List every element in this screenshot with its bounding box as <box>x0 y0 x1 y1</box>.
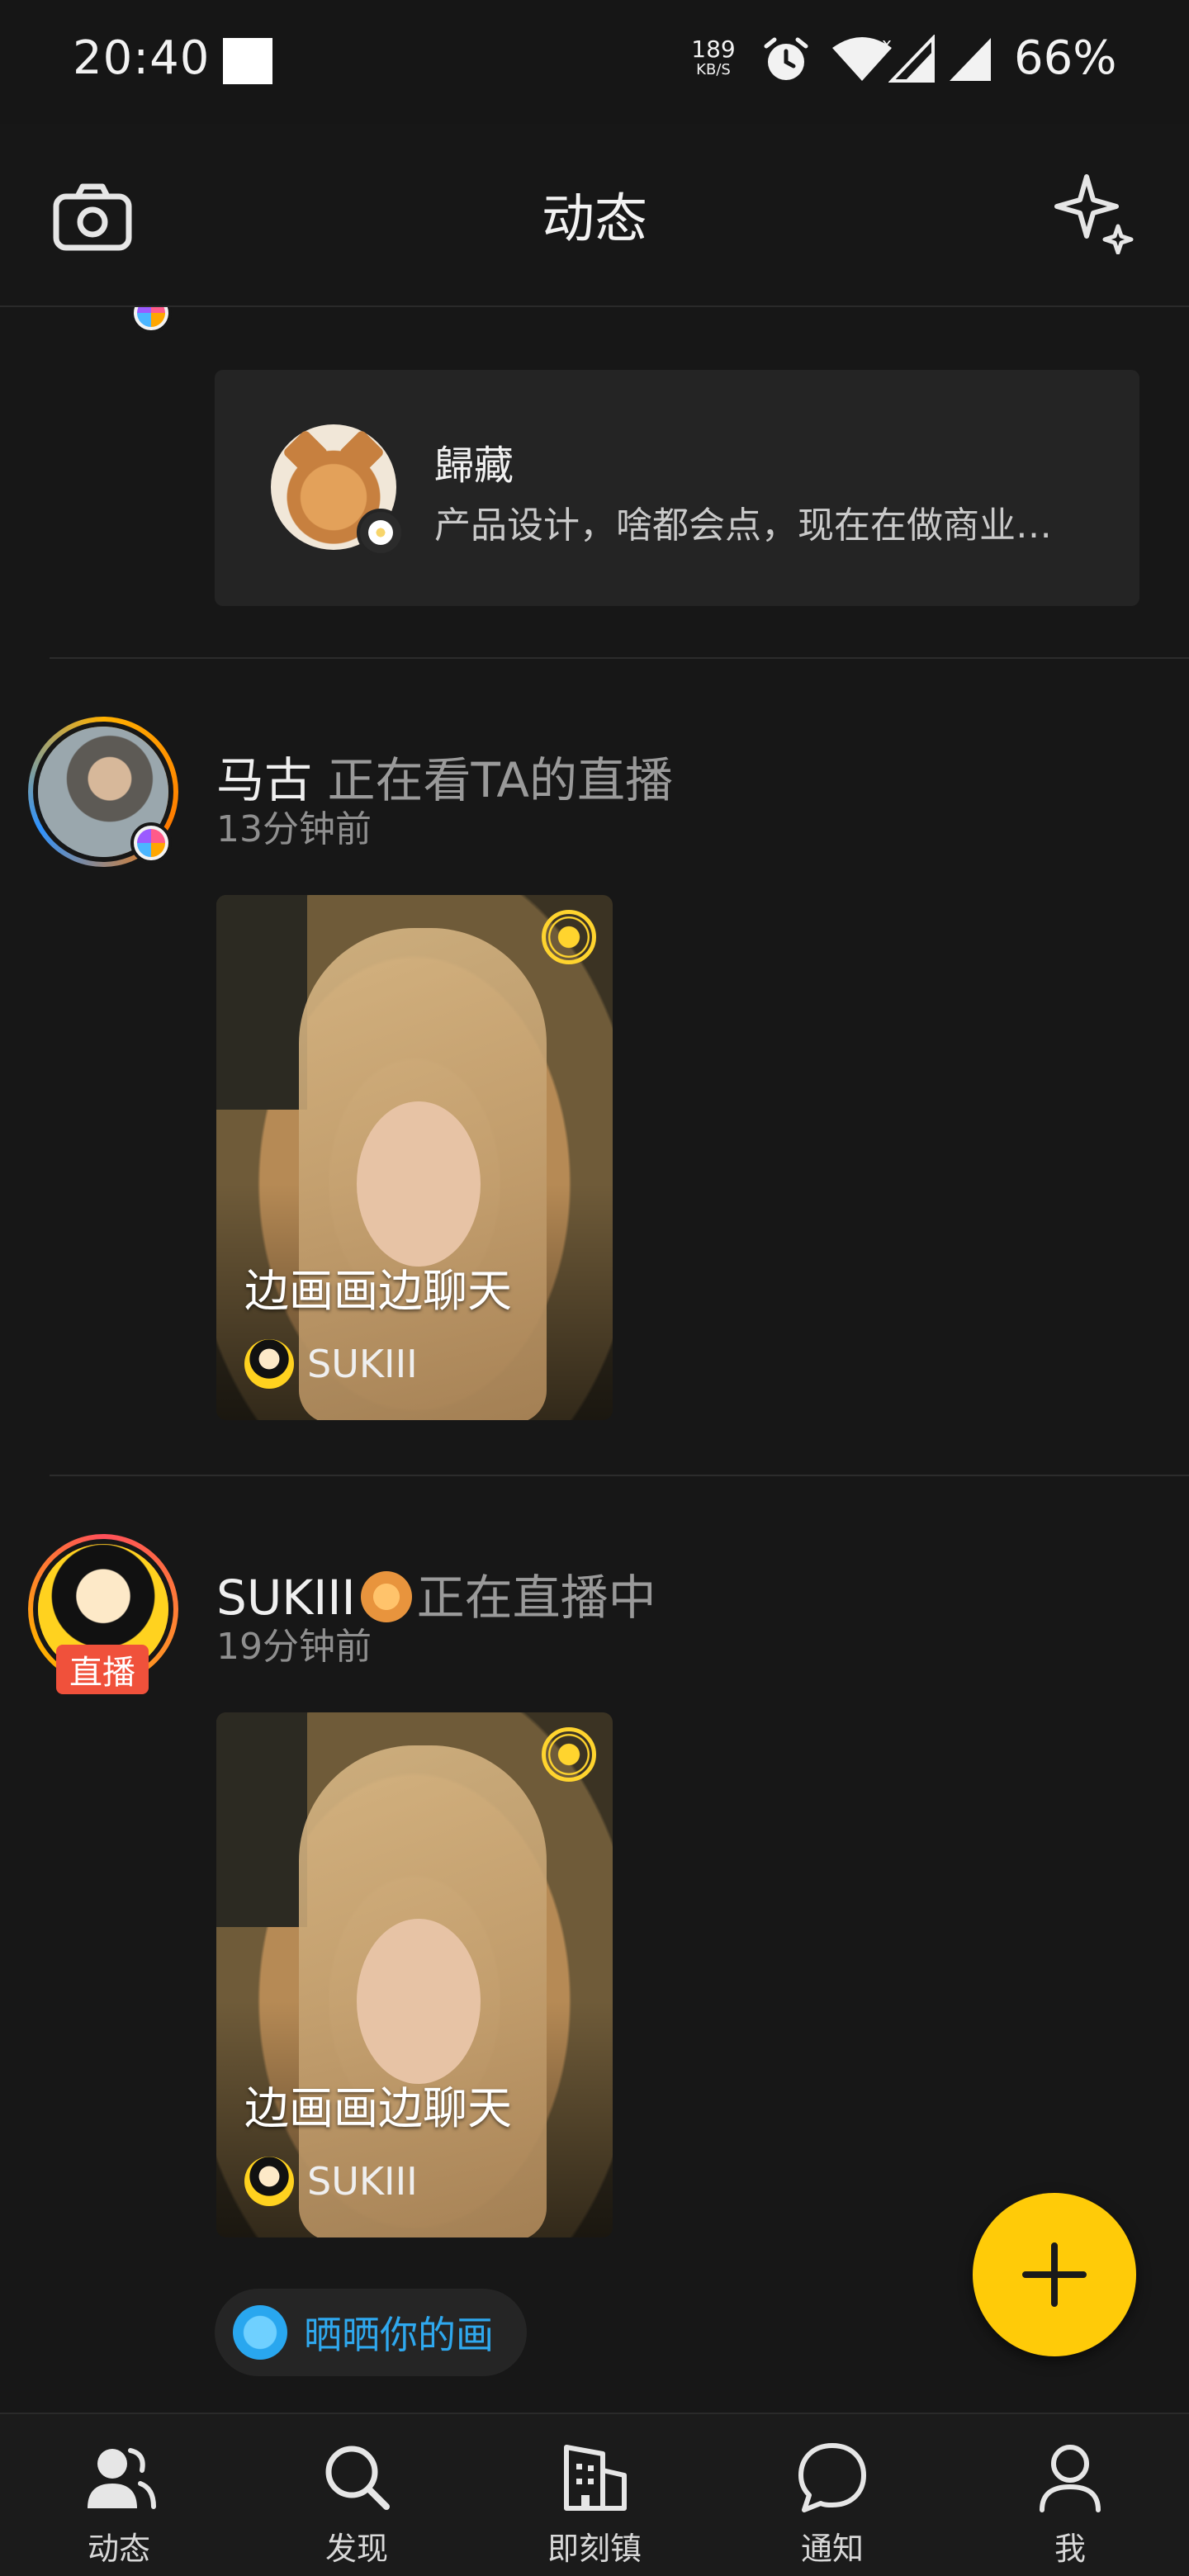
host-avatar <box>244 2157 294 2206</box>
building-icon <box>564 2445 627 2511</box>
network-speed-unit: KB/S <box>696 61 731 78</box>
live-host: SUKIII <box>244 1339 418 1389</box>
network-speed: 189 KB/S <box>689 38 738 78</box>
tab-bar: 动态 发现 即刻镇 通知 我 <box>0 2413 1189 2576</box>
profile-icon <box>1040 2445 1101 2512</box>
chat-bubble-icon <box>798 2443 866 2512</box>
tab-label: 通知 <box>800 2531 864 2567</box>
tab-notifications[interactable]: 通知 <box>713 2414 951 2576</box>
live-badge: 直播 <box>56 1645 149 1694</box>
tab-town[interactable]: 即刻镇 <box>476 2414 713 2576</box>
live-stream-card[interactable]: 边画画边聊天 SUKIII <box>216 895 613 1420</box>
divider <box>50 1475 1189 1476</box>
users-icon <box>88 2448 156 2509</box>
alarm-icon <box>764 37 808 80</box>
sparkle-icon[interactable] <box>1054 172 1136 254</box>
live-title: 边画画边聊天 <box>244 1265 512 1317</box>
shared-profile-name: 歸藏 <box>434 443 514 489</box>
host-name: SUKIII <box>307 1342 418 1386</box>
search-icon <box>325 2446 390 2510</box>
live-indicator-icon <box>542 910 596 964</box>
shared-profile-bio: 产品设计，啥都会点，现在在做商业… <box>434 504 1052 547</box>
topic-icon <box>233 2305 287 2360</box>
status-bar: 20:40 189 KB/S x 66% <box>0 0 1189 124</box>
post-action: 正在看TA的直播 <box>327 752 674 808</box>
app-badge-icon <box>130 822 172 864</box>
flower-badge-icon <box>357 509 405 556</box>
live-stream-card[interactable]: 边画画边聊天 SUKIII <box>216 1712 613 2237</box>
topic-tag[interactable]: 晒晒你的画 <box>215 2289 527 2376</box>
post-time: 13分钟前 <box>216 808 372 850</box>
signal-icon-2 <box>950 38 991 81</box>
topic-tag-label: 晒晒你的画 <box>304 2313 494 2357</box>
app-badge-icon <box>130 307 172 334</box>
wifi-icon: x <box>832 35 892 81</box>
live-host: SUKIII <box>244 2157 418 2206</box>
shared-profile-card[interactable]: 歸藏 产品设计，啥都会点，现在在做商业… <box>215 370 1139 606</box>
create-post-button[interactable] <box>973 2193 1136 2356</box>
divider <box>50 657 1189 659</box>
network-speed-value: 189 <box>691 36 736 63</box>
header: 动态 <box>0 124 1189 307</box>
battery-level: 66% <box>1014 31 1117 85</box>
tab-feed[interactable]: 动态 <box>0 2414 238 2576</box>
tab-label: 动态 <box>87 2531 150 2567</box>
tab-label: 我 <box>1054 2531 1086 2567</box>
post-time: 19分钟前 <box>216 1626 372 1668</box>
status-time: 20:40 <box>73 31 211 85</box>
plus-icon <box>1022 2242 1087 2307</box>
tab-profile[interactable]: 我 <box>951 2414 1189 2576</box>
feed[interactable]: 歸藏 产品设计，啥都会点，现在在做商业… 马古 正在看TA的直播 13分钟前 边… <box>0 307 1189 2413</box>
signal-icon-1 <box>888 35 935 83</box>
page-title: 动态 <box>542 189 647 250</box>
host-avatar <box>244 1339 294 1389</box>
host-name: SUKIII <box>307 2159 418 2204</box>
tab-label: 发现 <box>324 2531 388 2567</box>
post-action: 正在直播中 <box>416 1570 656 1626</box>
notification-square-icon <box>223 38 272 84</box>
live-indicator-icon <box>542 1727 596 1782</box>
live-title: 边画画边聊天 <box>244 2082 512 2134</box>
tab-discover[interactable]: 发现 <box>238 2414 476 2576</box>
tab-label: 即刻镇 <box>547 2531 642 2567</box>
medal-icon <box>360 1571 412 1622</box>
